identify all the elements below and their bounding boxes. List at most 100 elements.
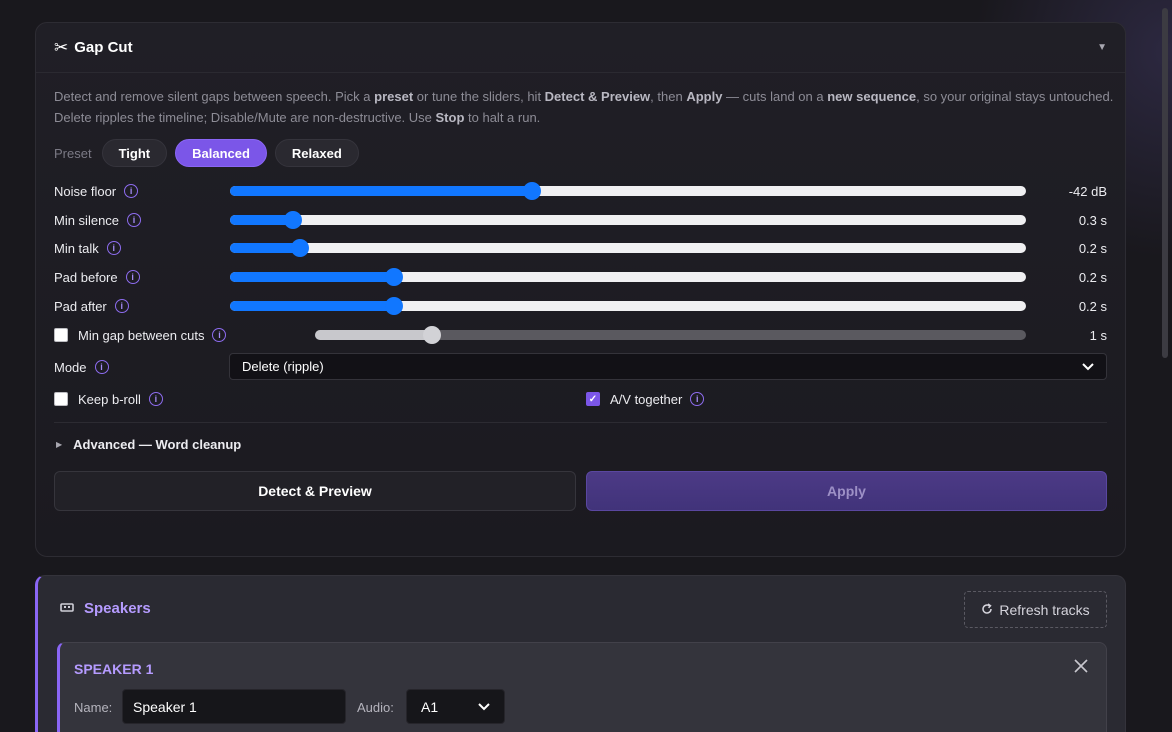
description-text: or tune the sliders, hit	[413, 89, 545, 104]
mode-selected-value: Delete (ripple)	[242, 359, 324, 374]
advanced-label: Advanced — Word cleanup	[73, 437, 242, 452]
refresh-tracks-button[interactable]: Refresh tracks	[964, 591, 1107, 628]
collapse-chevron-icon[interactable]: ▼	[1097, 42, 1107, 53]
min-gap-value: 1 s	[1089, 328, 1107, 343]
keep-broll-row: Keep b-roll i	[54, 389, 163, 409]
speaker-icon	[60, 601, 74, 616]
pad-before-label: Pad before	[54, 269, 118, 285]
info-icon[interactable]: i	[212, 328, 227, 342]
keep-broll-checkbox[interactable]	[54, 392, 68, 406]
audio-selected-value: A1	[421, 698, 439, 715]
speakers-panel: Speakers Refresh tracks SPEAKER 1 Name: …	[35, 575, 1126, 732]
chevron-down-icon	[478, 700, 490, 714]
apply-button[interactable]: Apply	[586, 471, 1107, 511]
slider-fill	[230, 243, 301, 253]
min-gap-row: Min gap between cuts i	[54, 325, 227, 345]
gap-cut-description: Detect and remove silent gaps between sp…	[54, 86, 1114, 128]
pad-before-slider[interactable]	[230, 267, 1026, 287]
pad-before-row: Pad before i	[54, 267, 140, 287]
advanced-word-cleanup-toggle[interactable]: ▶ Advanced — Word cleanup	[56, 437, 241, 452]
pad-after-slider[interactable]	[230, 296, 1026, 316]
slider-fill	[315, 330, 433, 340]
slider-fill	[230, 186, 533, 196]
slider-track	[230, 243, 1026, 253]
refresh-tracks-label: Refresh tracks	[999, 601, 1090, 618]
preset-row: Preset Tight Balanced Relaxed	[54, 139, 367, 167]
noise-floor-value: -42 dB	[1068, 184, 1107, 199]
min-gap-label: Min gap between cuts	[78, 327, 205, 343]
av-together-row: ✓ A/V together i	[586, 389, 705, 409]
description-emphasis: Detect & Preview	[544, 89, 651, 104]
min-silence-row: Min silence i	[54, 210, 142, 230]
min-talk-slider[interactable]	[230, 238, 1026, 258]
pad-after-row: Pad after i	[54, 296, 129, 316]
slider-thumb[interactable]	[291, 239, 310, 257]
noise-floor-row: Noise floor i	[54, 181, 139, 201]
slider-thumb[interactable]	[423, 326, 442, 344]
speaker-card: SPEAKER 1 Name: Speaker 1 Audio: A1	[57, 642, 1107, 732]
expand-triangle-icon: ▶	[56, 440, 63, 449]
name-field-label: Name:	[74, 700, 113, 715]
scrollbar-thumb[interactable]	[1162, 8, 1168, 358]
speaker-card-title: SPEAKER 1	[74, 661, 154, 677]
description-emphasis: Stop	[435, 110, 465, 125]
min-silence-label: Min silence	[54, 212, 120, 228]
description-text: Detect and remove silent gaps between sp…	[54, 89, 375, 104]
min-gap-checkbox[interactable]	[54, 328, 68, 342]
noise-floor-label: Noise floor	[54, 183, 117, 199]
slider-thumb[interactable]	[384, 297, 403, 315]
slider-track	[230, 215, 1026, 225]
mode-row: Mode i	[54, 357, 109, 377]
scissors-icon: ✂	[54, 37, 69, 57]
speaker-audio-select[interactable]: A1	[406, 689, 505, 724]
description-text: to halt a run.	[464, 110, 541, 125]
info-icon[interactable]: i	[148, 392, 163, 406]
slider-fill	[230, 301, 394, 311]
noise-floor-slider[interactable]	[230, 181, 1026, 201]
pad-after-label: Pad after	[54, 298, 107, 314]
slider-fill	[230, 272, 394, 282]
info-icon[interactable]: i	[124, 184, 139, 198]
min-talk-label: Min talk	[54, 240, 99, 256]
min-silence-value: 0.3 s	[1078, 213, 1107, 228]
min-gap-slider[interactable]	[315, 325, 1026, 345]
description-text: — cuts land on a	[722, 89, 828, 104]
gap-cut-header[interactable]: ✂ Gap Cut ▼	[36, 23, 1125, 73]
slider-thumb[interactable]	[384, 268, 403, 286]
min-talk-row: Min talk i	[54, 238, 121, 258]
mode-select[interactable]: Delete (ripple)	[229, 353, 1107, 380]
preset-relaxed-button[interactable]: Relaxed	[274, 139, 359, 167]
av-together-label: A/V together	[610, 391, 683, 407]
speakers-header: Speakers	[60, 600, 151, 617]
info-icon[interactable]: i	[106, 241, 121, 255]
info-icon[interactable]: i	[94, 360, 109, 374]
close-icon[interactable]	[1074, 656, 1088, 679]
chevron-down-icon	[1082, 360, 1094, 374]
keep-broll-label: Keep b-roll	[78, 391, 141, 407]
page-scrollbar[interactable]	[1158, 0, 1172, 732]
info-icon[interactable]: i	[114, 299, 129, 313]
preset-balanced-button[interactable]: Balanced	[175, 139, 267, 167]
mode-label: Mode	[54, 359, 87, 375]
slider-thumb[interactable]	[523, 182, 542, 200]
speaker-name-input[interactable]: Speaker 1	[122, 689, 346, 724]
description-emphasis: Apply	[686, 89, 723, 104]
av-together-checkbox[interactable]: ✓	[586, 392, 600, 406]
description-emphasis: preset	[374, 89, 414, 104]
speakers-title: Speakers	[84, 600, 151, 617]
min-silence-slider[interactable]	[230, 210, 1026, 230]
info-icon[interactable]: i	[125, 270, 140, 284]
description-text: , then	[650, 89, 687, 104]
preset-tight-button[interactable]: Tight	[101, 139, 168, 167]
info-icon[interactable]: i	[127, 213, 142, 227]
slider-thumb[interactable]	[283, 211, 302, 229]
min-talk-value: 0.2 s	[1078, 241, 1107, 256]
pad-before-value: 0.2 s	[1078, 270, 1107, 285]
divider	[54, 422, 1107, 423]
preset-label: Preset	[54, 145, 92, 161]
description-emphasis: new sequence	[827, 89, 917, 104]
audio-field-label: Audio:	[357, 700, 394, 715]
info-icon[interactable]: i	[690, 392, 705, 406]
detect-preview-button[interactable]: Detect & Preview	[54, 471, 576, 511]
panel-title: Gap Cut	[74, 39, 133, 56]
